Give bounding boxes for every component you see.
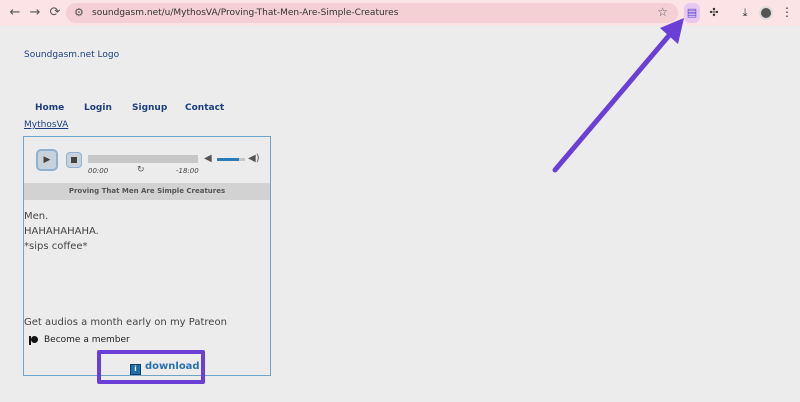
annotation-arrow [552, 18, 684, 173]
